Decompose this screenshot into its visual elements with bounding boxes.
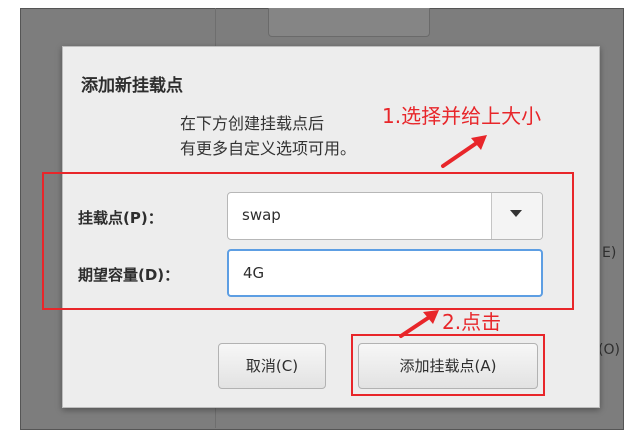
capacity-field-wrapper	[227, 249, 543, 297]
mount-point-value: swap	[242, 206, 281, 224]
capacity-input[interactable]	[229, 251, 541, 295]
mount-point-label: 挂载点(P)：	[78, 209, 163, 227]
dialog-description: 在下方创建挂载点后 有更多自定义选项可用。	[180, 111, 356, 161]
description-line-2: 有更多自定义选项可用。	[180, 139, 357, 158]
add-mount-point-button[interactable]: 添加挂载点(A)	[358, 343, 538, 389]
annotation-step1: 1.选择并给上大小	[382, 104, 542, 128]
mount-point-combobox[interactable]: swap	[227, 192, 543, 240]
chevron-down-icon	[510, 210, 522, 217]
backdrop-tab	[268, 8, 430, 37]
annotation-step2: 2.点击	[442, 310, 502, 334]
mount-point-dropdown-button[interactable]	[491, 193, 542, 239]
description-line-1: 在下方创建挂载点后	[180, 114, 325, 133]
dialog-title: 添加新挂载点	[81, 76, 183, 96]
capacity-label: 期望容量(D)：	[78, 266, 180, 284]
backdrop-label-e: E)	[602, 245, 617, 261]
backdrop-label-o: (O)	[598, 342, 620, 358]
cancel-button[interactable]: 取消(C)	[218, 343, 326, 389]
